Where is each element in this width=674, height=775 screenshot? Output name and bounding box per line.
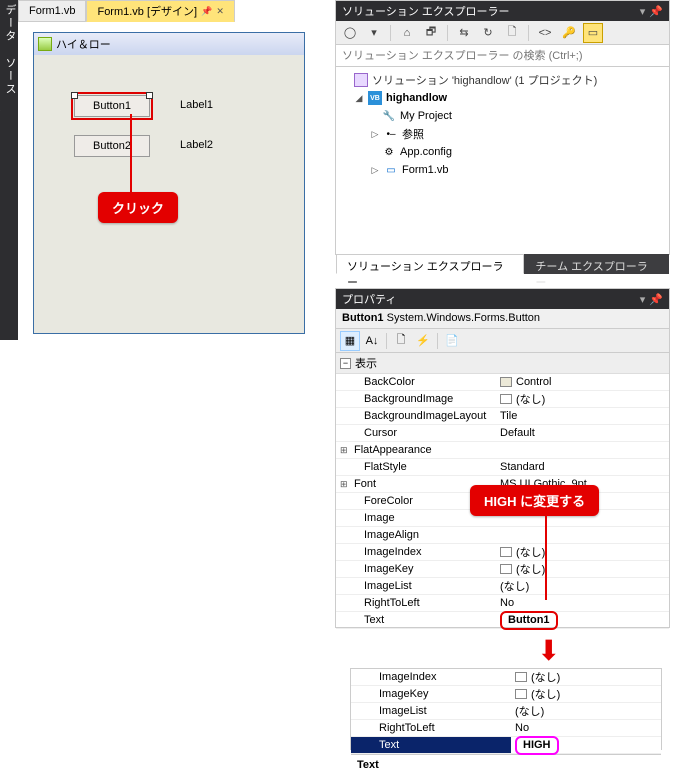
preview-icon[interactable]: ▭ (583, 23, 603, 43)
solution-explorer-panel: ソリューション エクスプローラー ▾📌 ◯ ▾ ⌂ 🗗 ⇆ ↻ 🗋 <> 🔑 ▭… (335, 0, 670, 255)
form-titlebar: ハイ＆ロー (34, 33, 304, 55)
events-icon[interactable]: ⚡ (413, 331, 433, 351)
form-file-icon (384, 163, 398, 177)
tab-design[interactable]: Form1.vb [デザイン] 📌 ✕ (86, 0, 234, 22)
properties-after-snippet: ImageIndex(なし) ImageKey(なし) ImageList(なし… (350, 668, 662, 750)
se-search-input[interactable] (336, 45, 669, 66)
wrench-icon (382, 109, 396, 123)
form-icon (38, 37, 52, 51)
property-pages-icon[interactable]: 📄 (442, 331, 462, 351)
sync-icon[interactable]: 🗗 (421, 23, 441, 43)
home-icon[interactable]: ⌂ (397, 23, 417, 43)
prop-bglayout[interactable]: BackgroundImageLayout (336, 408, 496, 424)
prop-text-after[interactable]: Text (351, 737, 511, 753)
color-swatch (500, 377, 512, 387)
close-icon[interactable]: ✕ (216, 6, 224, 17)
config-icon (382, 145, 396, 159)
solution-icon (354, 73, 368, 87)
properties-header: プロパティ ▾📌 (336, 289, 669, 309)
solution-explorer-header: ソリューション エクスプローラー ▾📌 (336, 1, 669, 21)
tab-code[interactable]: Form1.vb (18, 0, 86, 22)
vs-sidebar[interactable]: データ ソース サーバー エクスプローラー ツールボックス (0, 0, 18, 340)
designer-button2[interactable]: Button2 (74, 135, 150, 157)
alphabetical-icon[interactable]: A↓ (362, 331, 382, 351)
prop-text[interactable]: Text (336, 612, 496, 628)
prop-flatappearance[interactable]: FlatAppearance (336, 442, 496, 458)
pin-icon[interactable]: 📌 (201, 6, 212, 17)
form1-node[interactable]: Form1.vb (402, 164, 448, 176)
form-designer[interactable]: ハイ＆ロー Button1 Label1 Button2 Label2 (33, 32, 305, 334)
prop-imagekey-after[interactable]: ImageKey (351, 686, 511, 702)
vb-project-icon: VB (368, 91, 382, 105)
prop-imageindex-after[interactable]: ImageIndex (351, 669, 511, 685)
references-node[interactable]: 参照 (402, 126, 424, 142)
properties-icon[interactable]: 🔑 (559, 23, 579, 43)
category-display[interactable]: −表示 (336, 353, 669, 374)
prop-backcolor[interactable]: BackColor (336, 374, 496, 390)
prop-imageindex[interactable]: ImageIndex (336, 544, 496, 560)
designer-label2[interactable]: Label2 (180, 139, 213, 151)
callout-line-2 (545, 510, 547, 600)
expander-icon[interactable]: ◢ (354, 93, 364, 104)
collapse-icon[interactable]: ⇆ (454, 23, 474, 43)
myproject-node[interactable]: My Project (400, 110, 452, 122)
form-title: ハイ＆ロー (56, 36, 111, 52)
pin-icon[interactable]: 📌 (649, 5, 663, 18)
categorized-icon[interactable]: ▦ (340, 331, 360, 351)
properties-page-icon[interactable]: 🗋 (391, 331, 411, 351)
callout-line-1 (130, 114, 132, 194)
image-swatch (500, 564, 512, 574)
properties-panel: プロパティ ▾📌 Button1 System.Windows.Forms.Bu… (335, 288, 670, 628)
document-tabs: Form1.vb Form1.vb [デザイン] 📌 ✕ (18, 0, 235, 22)
text-value-after[interactable]: HIGH (515, 736, 559, 755)
properties-toolbar: ▦ A↓ 🗋 ⚡ 📄 (336, 329, 669, 353)
text-value-highlight[interactable]: Button1 (500, 611, 558, 630)
designer-label1[interactable]: Label1 (180, 99, 213, 111)
image-swatch (515, 672, 527, 682)
designer-button1[interactable]: Button1 (74, 95, 150, 117)
prop-bgimage[interactable]: BackgroundImage (336, 391, 496, 407)
vs-sidebar-datasource[interactable]: データ ソース (2, 4, 18, 96)
prop-cursor[interactable]: Cursor (336, 425, 496, 441)
code-icon[interactable]: <> (535, 23, 555, 43)
se-bottom-tabs: ソリューション エクスプローラー チーム エクスプローラー (336, 254, 669, 274)
callout-change-high: HIGH に変更する (470, 485, 599, 516)
vs-sidebar-server-explorer[interactable]: サーバー エクスプローラー (0, 4, 2, 174)
refresh-icon[interactable]: 🗋 (502, 23, 522, 43)
expander-icon[interactable]: ▷ (370, 129, 380, 140)
se-search[interactable] (336, 45, 669, 67)
pin-icon[interactable]: 📌 (649, 293, 663, 306)
dropdown-icon[interactable]: ▾ (640, 293, 646, 306)
prop-imagekey[interactable]: ImageKey (336, 561, 496, 577)
image-swatch (500, 547, 512, 557)
se-toolbar: ◯ ▾ ⌂ 🗗 ⇆ ↻ 🗋 <> 🔑 ▭ (336, 21, 669, 45)
properties-object-selector[interactable]: Button1 System.Windows.Forms.Button (336, 309, 669, 329)
solution-node[interactable]: ソリューション 'highandlow' (1 プロジェクト) (372, 72, 597, 88)
prop-imagealign[interactable]: ImageAlign (336, 527, 496, 543)
tab-solution-explorer[interactable]: ソリューション エクスプローラー (336, 254, 524, 274)
forward-icon[interactable]: ▾ (364, 23, 384, 43)
expander-icon[interactable]: ▷ (370, 165, 380, 176)
image-swatch (500, 394, 512, 404)
references-icon (384, 127, 398, 141)
appconfig-node[interactable]: App.config (400, 146, 452, 158)
prop-imagelist[interactable]: ImageList (336, 578, 496, 594)
prop-imagelist-after[interactable]: ImageList (351, 703, 511, 719)
prop-rtl[interactable]: RightToLeft (336, 595, 496, 611)
property-description: Text (351, 754, 661, 775)
prop-flatstyle[interactable]: FlatStyle (336, 459, 496, 475)
dropdown-icon[interactable]: ▾ (640, 5, 646, 18)
project-node[interactable]: highandlow (386, 92, 447, 104)
solution-tree[interactable]: ソリューション 'highandlow' (1 プロジェクト) ◢ VB higha… (336, 67, 669, 183)
prop-rtl-after[interactable]: RightToLeft (351, 720, 511, 736)
arrow-down-icon: ⬇ (537, 634, 560, 667)
tab-team-explorer[interactable]: チーム エクスプローラー (524, 254, 669, 274)
image-swatch (515, 689, 527, 699)
callout-click: クリック (98, 192, 178, 223)
back-icon[interactable]: ◯ (340, 23, 360, 43)
show-all-icon[interactable]: ↻ (478, 23, 498, 43)
